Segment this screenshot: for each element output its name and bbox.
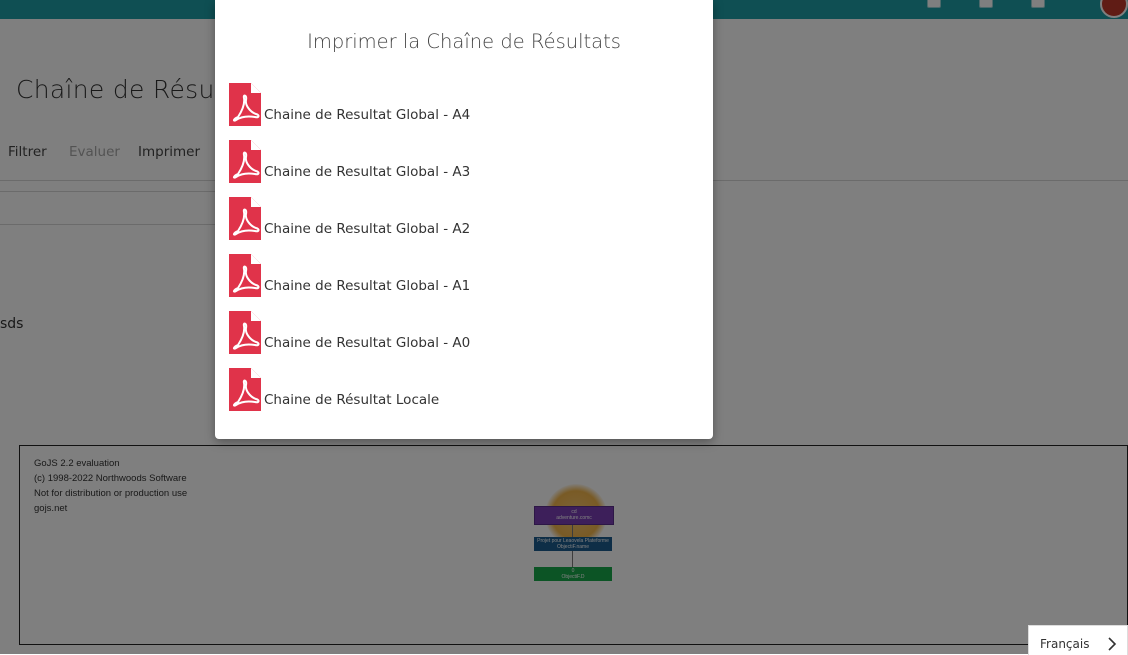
print-option-a3[interactable]: Chaine de Resultat Global - A3	[229, 140, 699, 184]
pdf-file-icon	[229, 197, 261, 240]
pdf-file-icon	[229, 311, 261, 354]
print-option-a1[interactable]: Chaine de Resultat Global - A1	[229, 254, 699, 298]
pdf-file-icon	[229, 368, 261, 411]
print-modal: Imprimer la Chaîne de Résultats Chaine d…	[215, 0, 713, 439]
modal-title: Imprimer la Chaîne de Résultats	[307, 30, 621, 53]
pdf-file-icon	[229, 254, 261, 297]
print-option-label: Chaine de Resultat Global - A4	[264, 107, 471, 123]
print-option-label: Chaine de Resultat Global - A2	[264, 221, 471, 237]
print-option-a0[interactable]: Chaine de Resultat Global - A0	[229, 311, 699, 355]
print-option-a4[interactable]: Chaine de Resultat Global - A4	[229, 83, 699, 127]
print-option-label: Chaine de Resultat Global - A0	[264, 335, 471, 351]
print-option-label: Chaine de Resultat Global - A1	[264, 278, 471, 294]
pdf-file-icon	[229, 83, 261, 126]
print-option-label: Chaine de Résultat Locale	[264, 392, 440, 408]
language-label: Français	[1040, 637, 1090, 651]
print-option-label: Chaine de Resultat Global - A3	[264, 164, 471, 180]
chevron-right-icon	[1108, 637, 1117, 651]
pdf-file-icon	[229, 140, 261, 183]
print-option-a2[interactable]: Chaine de Resultat Global - A2	[229, 197, 699, 241]
print-option-local[interactable]: Chaine de Résultat Locale	[229, 368, 699, 412]
language-selector[interactable]: Français	[1028, 625, 1128, 655]
